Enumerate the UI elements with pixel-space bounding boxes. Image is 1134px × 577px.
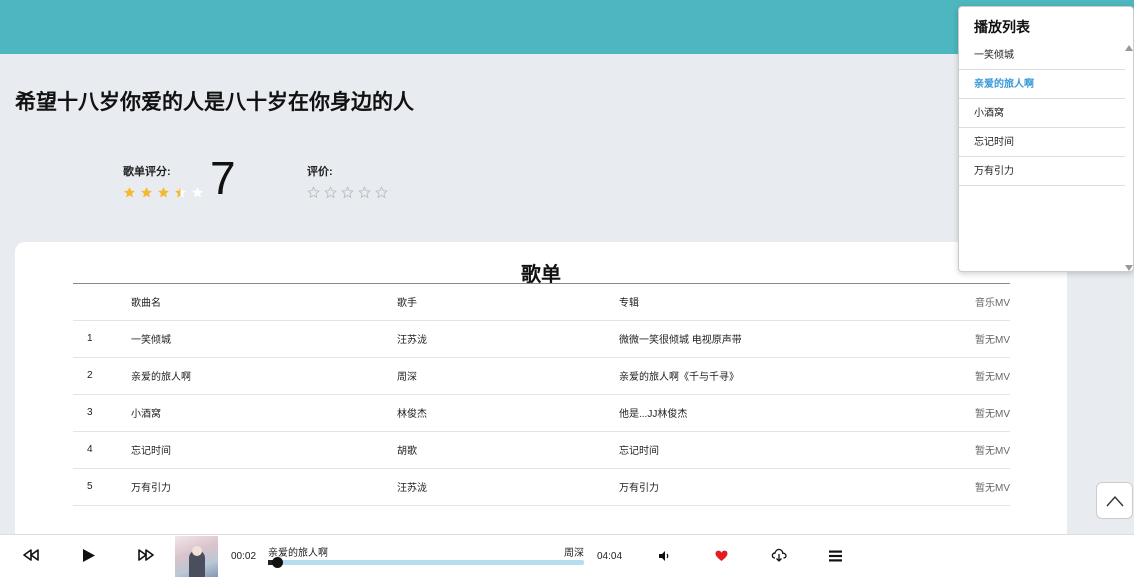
previous-button[interactable] [23,549,39,561]
next-icon [138,549,154,561]
col-song-name: 歌曲名 [131,284,397,321]
song-artist: 胡歌 [397,431,619,469]
song-name: 忘记时间 [131,431,397,469]
page-title: 希望十八岁你爱的人是八十岁在你身边的人 [15,91,414,114]
song-mv[interactable]: 暂无MV [925,357,1010,395]
song-index: 5 [73,468,131,506]
volume-button[interactable] [658,550,670,562]
playlist-popup: 播放列表 一笑倾城 亲爱的旅人啊 小酒窝 忘记时间 万有引力 [958,6,1134,272]
like-button[interactable] [715,550,728,562]
progress-handle[interactable] [272,557,284,568]
table-row[interactable]: 2 亲爱的旅人啊 周深 亲爱的旅人啊《千与千寻》 暂无MV [73,357,1010,395]
table-row[interactable]: 5 万有引力 汪苏泷 万有引力 暂无MV [73,468,1010,506]
col-album: 专辑 [619,284,925,321]
star-icon [124,187,135,198]
chevron-up-icon [1105,495,1124,506]
star-icon[interactable] [341,186,354,199]
star-icon [192,187,203,198]
rating-score: 7 [210,152,236,204]
table-row[interactable]: 3 小酒窝 林俊杰 他是...JJ林俊杰 暂无MV [73,394,1010,432]
star-icon[interactable] [358,186,371,199]
song-index: 4 [73,431,131,469]
playlist-item[interactable]: 万有引力 [959,157,1125,186]
playlist-title: 播放列表 [974,19,1030,35]
now-playing-artist: 周深 [564,548,584,559]
song-mv[interactable]: 暂无MV [925,468,1010,506]
volume-icon [659,551,669,561]
playlist-toggle-button[interactable] [829,550,842,562]
player-bar: 00:02 亲爱的旅人啊 周深 04:04 [0,534,1134,577]
star-icon [175,187,186,198]
song-artist: 汪苏泷 [397,468,619,506]
play-icon [83,549,95,562]
song-artist: 周深 [397,357,619,395]
song-index: 1 [73,320,131,358]
song-name: 万有引力 [131,468,397,506]
star-icon[interactable] [307,186,320,199]
song-album: 亲爱的旅人啊《千与千寻》 [619,357,925,395]
song-name: 小酒窝 [131,394,397,432]
song-album: 忘记时间 [619,431,925,469]
play-button[interactable] [82,548,96,563]
total-time: 04:04 [597,551,623,562]
download-button[interactable] [771,548,787,562]
playlist-scrollbar[interactable] [1124,39,1133,273]
back-to-top-button[interactable] [1096,482,1133,519]
scroll-up-arrow-icon[interactable] [1125,45,1133,51]
download-icon [771,548,787,562]
col-mv: 音乐MV [925,284,1010,321]
song-album: 他是...JJ林俊杰 [619,394,925,432]
star-icon[interactable] [375,186,388,199]
previous-icon [23,549,39,561]
progress-bar[interactable] [268,557,584,568]
song-index: 3 [73,394,131,432]
heart-icon [715,550,728,561]
song-mv[interactable]: 暂无MV [925,431,1010,469]
review-label: 评价: [307,166,333,178]
star-icon [158,187,169,198]
rating-label: 歌单评分: [123,166,171,178]
song-index: 2 [73,357,131,395]
table-row[interactable]: 4 忘记时间 胡歌 忘记时间 暂无MV [73,431,1010,469]
song-artist: 汪苏泷 [397,320,619,358]
song-album: 万有引力 [619,468,925,506]
songlist-rating: 歌单评分: [123,163,204,199]
review-rating: 评价: [307,163,388,199]
review-stars[interactable] [307,186,388,199]
playlist-list: 一笑倾城 亲爱的旅人啊 小酒窝 忘记时间 万有引力 [959,41,1125,186]
star-icon [141,187,152,198]
song-artist: 林俊杰 [397,394,619,432]
col-artist: 歌手 [397,284,619,321]
playlist-icon [829,550,842,562]
current-time: 00:02 [231,551,257,562]
playlist-item[interactable]: 一笑倾城 [959,41,1125,70]
next-button[interactable] [138,549,154,561]
song-mv[interactable]: 暂无MV [925,320,1010,358]
song-name: 一笑倾城 [131,320,397,358]
star-icon[interactable] [324,186,337,199]
song-album: 微微一笑很倾城 电视原声带 [619,320,925,358]
col-index [73,284,131,321]
song-name: 亲爱的旅人啊 [131,357,397,395]
table-row[interactable]: 1 一笑倾城 汪苏泷 微微一笑很倾城 电视原声带 暂无MV [73,320,1010,358]
song-mv[interactable]: 暂无MV [925,394,1010,432]
songlist-panel: 歌单 歌曲名 歌手 专辑 音乐MV 1 一笑倾城 汪苏泷 微微一笑很倾城 电视原声带暂… [15,242,1067,542]
playlist-item[interactable]: 忘记时间 [959,128,1125,157]
scroll-down-arrow-icon[interactable] [1125,265,1133,271]
rating-stars [123,186,204,199]
playlist-item[interactable]: 小酒窝 [959,99,1125,128]
playlist-item[interactable]: 亲爱的旅人啊 [959,70,1125,99]
table-header-row: 歌曲名 歌手 专辑 音乐MV [73,284,1010,321]
album-cover[interactable] [175,536,218,577]
songlist-table: 歌曲名 歌手 专辑 音乐MV 1 一笑倾城 汪苏泷 微微一笑很倾城 电视原声带 暂无MV… [73,284,1010,506]
